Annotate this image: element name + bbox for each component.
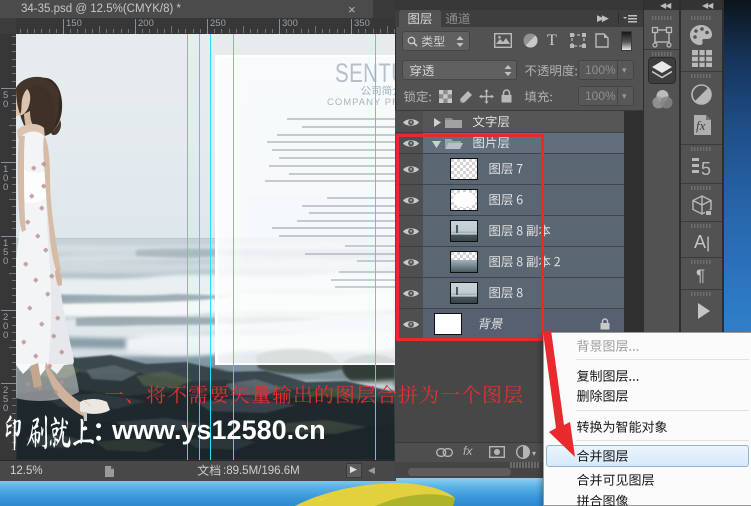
svg-text:5: 5 xyxy=(701,159,711,178)
svg-text:fx: fx xyxy=(696,118,706,133)
